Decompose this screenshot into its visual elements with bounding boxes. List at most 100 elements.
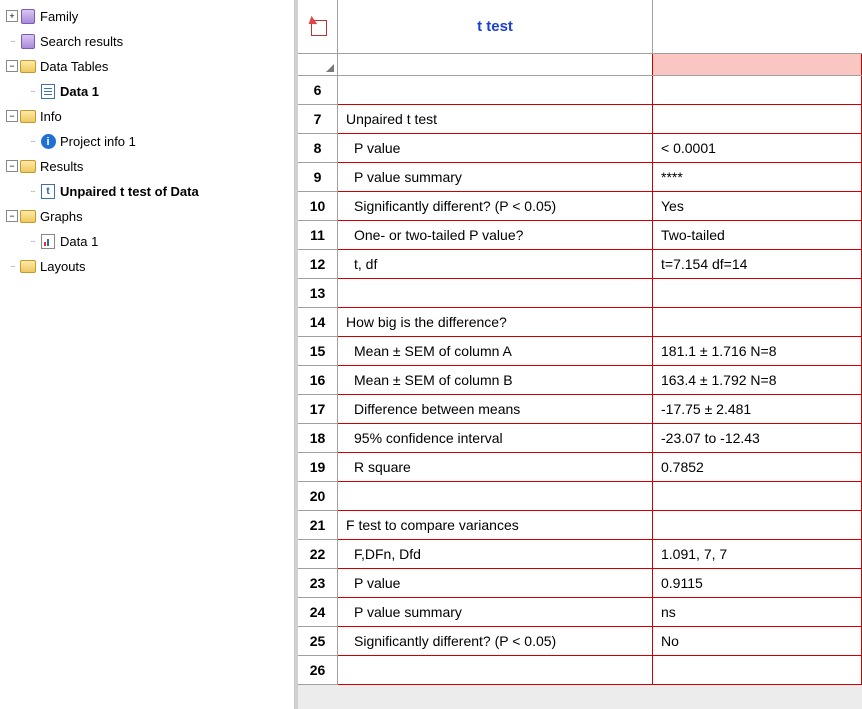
tree-label: Layouts	[40, 259, 86, 274]
row-number[interactable]: 13	[298, 279, 338, 308]
row-number[interactable]: 25	[298, 627, 338, 656]
row-number[interactable]: 18	[298, 424, 338, 453]
column-b-subheader-selected[interactable]	[653, 54, 862, 75]
cell-value[interactable]: < 0.0001	[653, 134, 862, 163]
row-number[interactable]: 22	[298, 540, 338, 569]
cell-value[interactable]: 0.9115	[653, 569, 862, 598]
cell-description[interactable]: F test to compare variances	[338, 511, 653, 540]
cell-description[interactable]: Significantly different? (P < 0.05)	[338, 192, 653, 221]
row-number[interactable]: 20	[298, 482, 338, 511]
row-number[interactable]: 8	[298, 134, 338, 163]
cell-description[interactable]: Significantly different? (P < 0.05)	[338, 627, 653, 656]
cell-value[interactable]: ns	[653, 598, 862, 627]
cell-value[interactable]: Two-tailed	[653, 221, 862, 250]
row-number[interactable]: 19	[298, 453, 338, 482]
cell-description[interactable]: Difference between means	[338, 395, 653, 424]
tree-label: Info	[40, 109, 62, 124]
cell-description[interactable]: One- or two-tailed P value?	[338, 221, 653, 250]
row-number[interactable]: 15	[298, 337, 338, 366]
cell-value[interactable]: t=7.154 df=14	[653, 250, 862, 279]
row-number[interactable]: 12	[298, 250, 338, 279]
cell-value[interactable]: 181.1 ± 1.716 N=8	[653, 337, 862, 366]
tree-item-project-info[interactable]: ··· i Project info 1	[4, 129, 294, 154]
cell-description[interactable]	[338, 76, 653, 105]
table-row: 1895% confidence interval-23.07 to -12.4…	[298, 424, 862, 453]
cell-description[interactable]: Mean ± SEM of column B	[338, 366, 653, 395]
cell-description[interactable]	[338, 482, 653, 511]
cell-description[interactable]: 95% confidence interval	[338, 424, 653, 453]
tree-label: Data 1	[60, 234, 98, 249]
cell-value[interactable]	[653, 482, 862, 511]
cell-value[interactable]	[653, 308, 862, 337]
cell-value[interactable]	[653, 105, 862, 134]
row-number[interactable]: 9	[298, 163, 338, 192]
tree-item-search-results[interactable]: ··· Search results	[4, 29, 294, 54]
cell-value[interactable]: 163.4 ± 1.792 N=8	[653, 366, 862, 395]
table-title[interactable]: t test	[338, 0, 653, 54]
tree-item-results[interactable]: − Results	[4, 154, 294, 179]
cell-description[interactable]: P value	[338, 134, 653, 163]
cell-description[interactable]: F,DFn, Dfd	[338, 540, 653, 569]
row-number[interactable]: 21	[298, 511, 338, 540]
cell-value[interactable]: ****	[653, 163, 862, 192]
cell-value[interactable]	[653, 656, 862, 685]
cell-description[interactable]: t, df	[338, 250, 653, 279]
row-number[interactable]: 14	[298, 308, 338, 337]
cell-description[interactable]: R square	[338, 453, 653, 482]
cell-description[interactable]	[338, 656, 653, 685]
cell-value[interactable]: No	[653, 627, 862, 656]
row-number[interactable]: 10	[298, 192, 338, 221]
cell-value[interactable]	[653, 76, 862, 105]
tree-item-info[interactable]: − Info	[4, 104, 294, 129]
row-number[interactable]: 7	[298, 105, 338, 134]
expand-toggle[interactable]: +	[4, 10, 20, 23]
tree-connector: ···	[24, 186, 40, 197]
tree-item-graph-data1[interactable]: ··· Data 1	[4, 229, 294, 254]
cell-value[interactable]: Yes	[653, 192, 862, 221]
cell-description[interactable]: How big is the difference?	[338, 308, 653, 337]
row-number[interactable]: 24	[298, 598, 338, 627]
collapse-toggle[interactable]: −	[4, 160, 20, 173]
row-number[interactable]: 17	[298, 395, 338, 424]
row-number[interactable]: 23	[298, 569, 338, 598]
select-all-corner[interactable]	[298, 54, 338, 75]
tree-item-data1-table[interactable]: ··· Data 1	[4, 79, 294, 104]
collapse-toggle[interactable]: −	[4, 110, 20, 123]
cell-description[interactable]	[338, 279, 653, 308]
cell-value[interactable]: -23.07 to -12.43	[653, 424, 862, 453]
tree-item-layouts[interactable]: ··· Layouts	[4, 254, 294, 279]
cell-description[interactable]: P value	[338, 569, 653, 598]
cell-value[interactable]: -17.75 ± 2.481	[653, 395, 862, 424]
row-number[interactable]: 26	[298, 656, 338, 685]
row-number[interactable]: 6	[298, 76, 338, 105]
cell-value[interactable]: 0.7852	[653, 453, 862, 482]
tree-label: Family	[40, 9, 78, 24]
cell-description[interactable]: P value summary	[338, 598, 653, 627]
table-row: 21F test to compare variances	[298, 511, 862, 540]
table-row: 14How big is the difference?	[298, 308, 862, 337]
tree-item-data-tables[interactable]: − Data Tables	[4, 54, 294, 79]
row-number[interactable]: 16	[298, 366, 338, 395]
table-row: 26	[298, 656, 862, 685]
cell-value[interactable]	[653, 279, 862, 308]
cell-value[interactable]	[653, 511, 862, 540]
column-b-header[interactable]	[653, 0, 862, 54]
cell-value[interactable]: 1.091, 7, 7	[653, 540, 862, 569]
tree-label: Data 1	[60, 84, 99, 99]
info-icon: i	[40, 134, 56, 150]
tree-connector: ···	[4, 36, 20, 47]
tree-item-unpaired-ttest[interactable]: ··· t Unpaired t test of Data	[4, 179, 294, 204]
sheet-menu-button[interactable]	[298, 0, 338, 54]
tree-label: Results	[40, 159, 83, 174]
cell-description[interactable]: P value summary	[338, 163, 653, 192]
row-number[interactable]: 11	[298, 221, 338, 250]
collapse-toggle[interactable]: −	[4, 210, 20, 223]
folder-icon	[20, 9, 36, 25]
table-subheader-row	[298, 54, 862, 76]
collapse-toggle[interactable]: −	[4, 60, 20, 73]
tree-item-graphs[interactable]: − Graphs	[4, 204, 294, 229]
cell-description[interactable]: Mean ± SEM of column A	[338, 337, 653, 366]
cell-description[interactable]: Unpaired t test	[338, 105, 653, 134]
tree-item-family[interactable]: + Family	[4, 4, 294, 29]
column-a-subheader[interactable]	[338, 54, 653, 75]
